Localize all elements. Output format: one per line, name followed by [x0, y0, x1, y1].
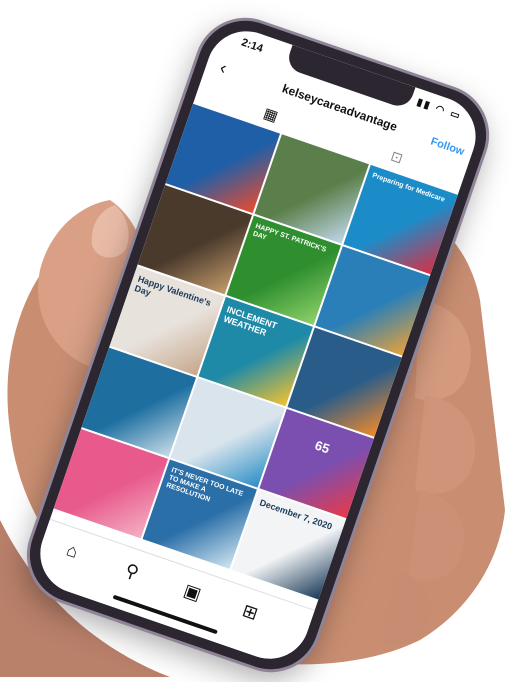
home-icon[interactable]: ⌂: [64, 540, 81, 563]
status-icons: ▮▮ ◠ ▭: [415, 96, 464, 123]
post-caption: 65: [313, 437, 332, 457]
tagged-icon[interactable]: ⊡: [388, 148, 405, 168]
reels-icon[interactable]: ▣: [181, 580, 204, 605]
shop-icon[interactable]: ⊞: [239, 600, 261, 625]
search-icon[interactable]: ⚲: [122, 560, 142, 584]
grid-icon[interactable]: ▦: [261, 104, 280, 126]
status-time: 2:14: [239, 36, 265, 56]
